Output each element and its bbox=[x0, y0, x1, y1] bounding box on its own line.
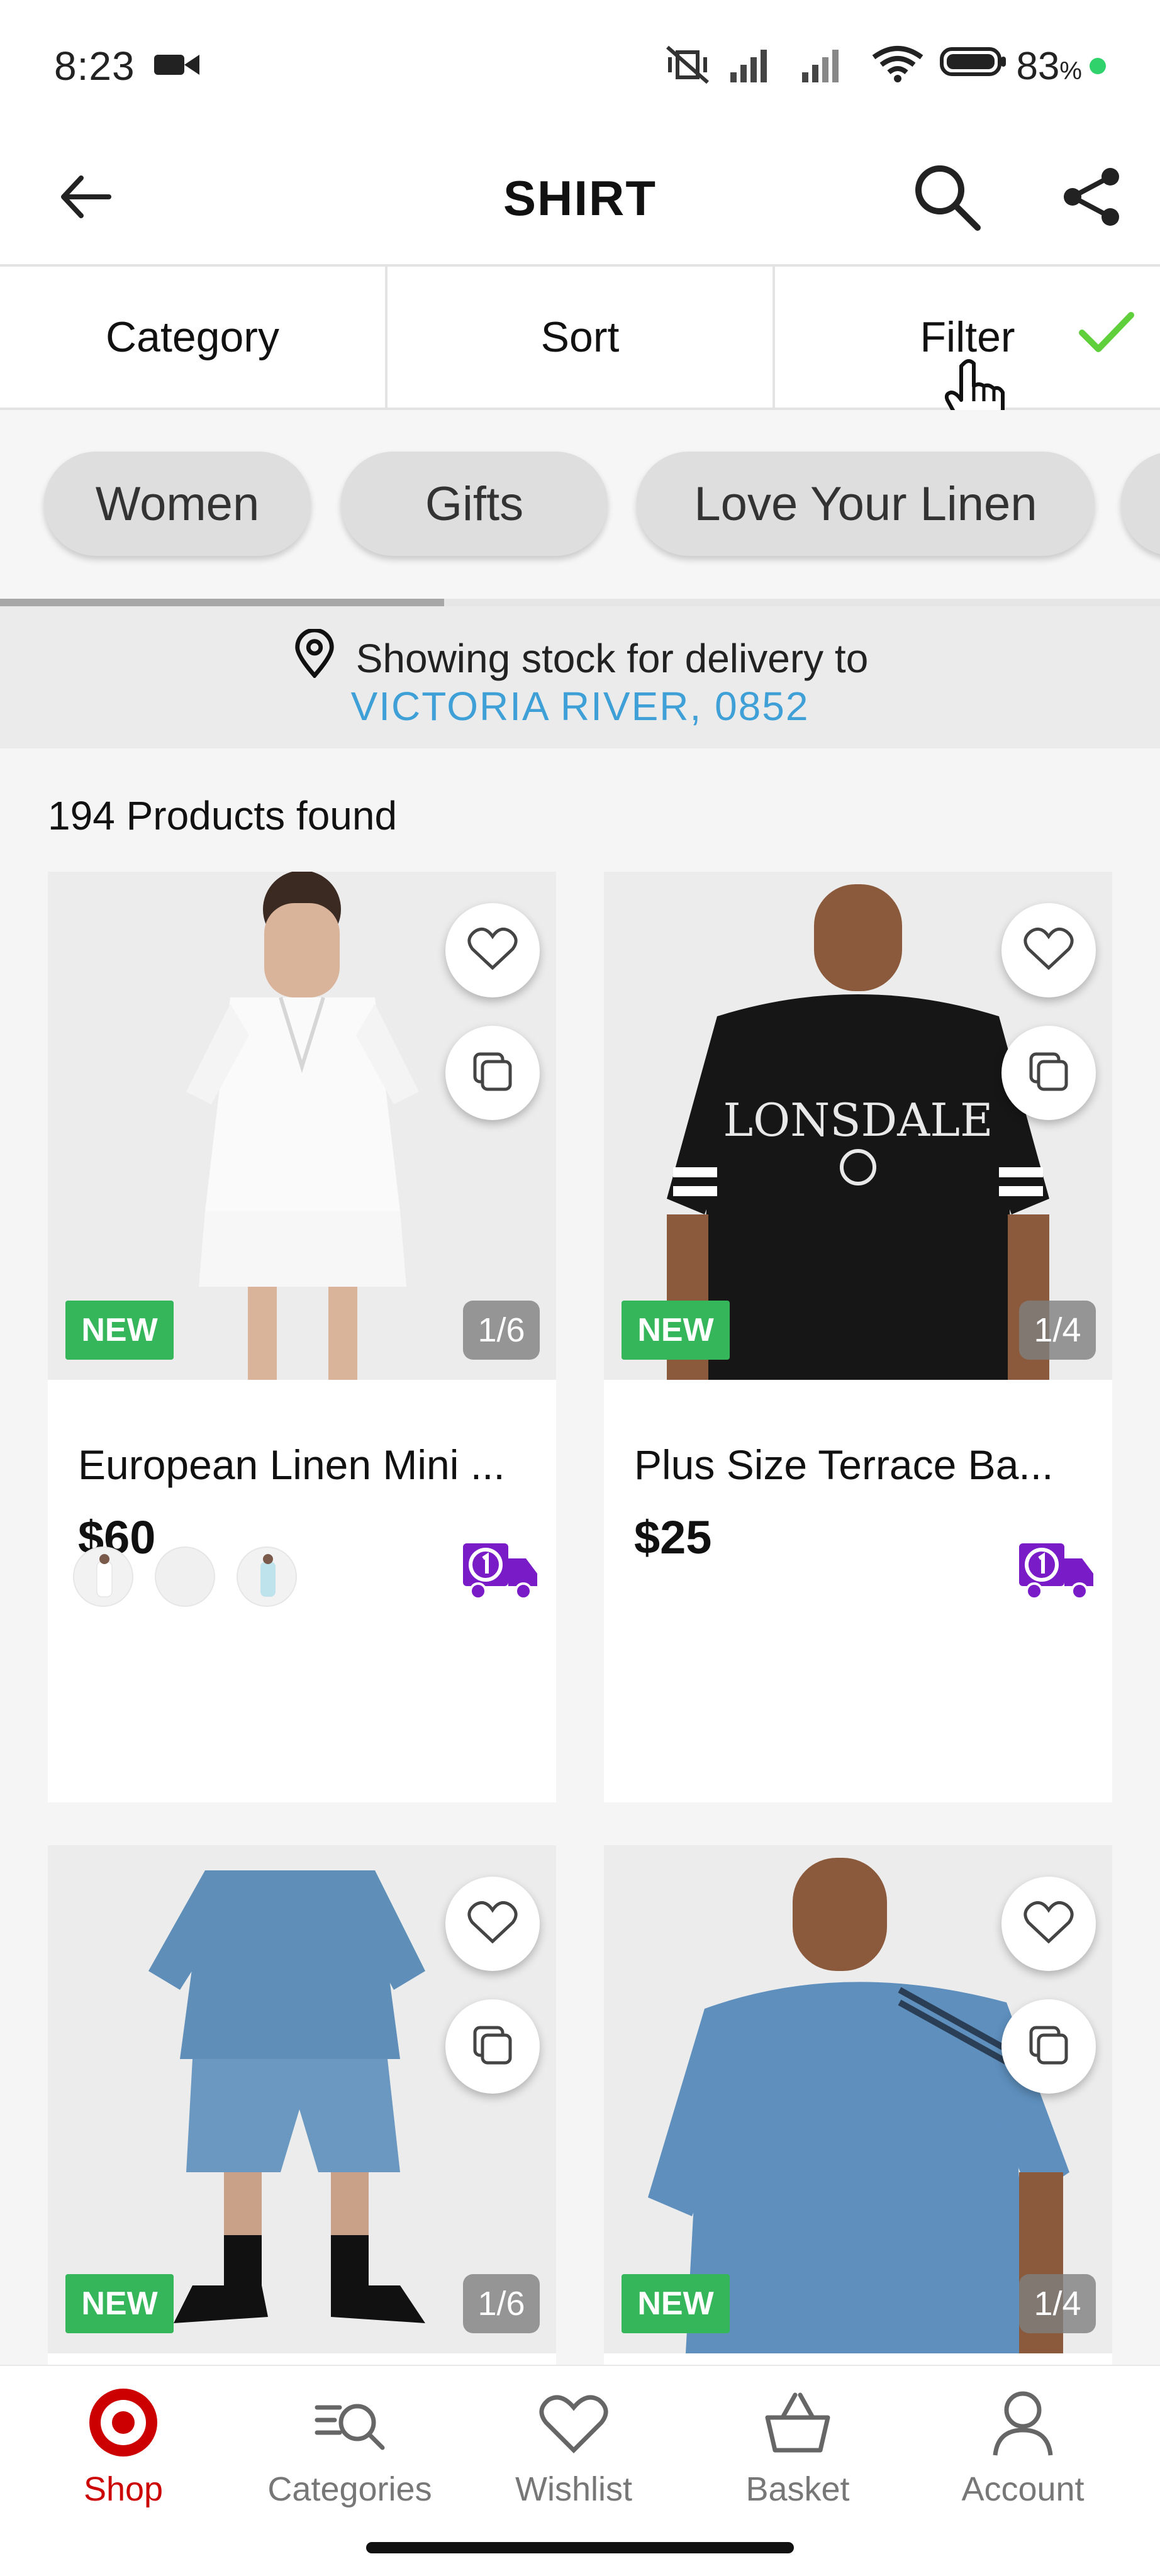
image-counter: 1/4 bbox=[1019, 2274, 1096, 2333]
status-bar: 8:23 83% bbox=[0, 0, 1160, 132]
share-icon bbox=[1060, 165, 1123, 231]
wifi-icon bbox=[871, 45, 924, 88]
compare-button[interactable] bbox=[1001, 1026, 1096, 1120]
results-area: 194 Products found NEW 1/6 European Line… bbox=[0, 748, 1160, 2365]
wishlist-button[interactable] bbox=[1001, 1877, 1096, 1971]
category-button[interactable]: Category bbox=[0, 267, 385, 408]
nav-wishlist[interactable]: Wishlist bbox=[479, 2385, 668, 2517]
checkmark-icon bbox=[1078, 310, 1135, 364]
compare-button[interactable] bbox=[445, 1026, 540, 1120]
wishlist-button[interactable] bbox=[445, 1877, 540, 1971]
heart-icon bbox=[536, 2385, 611, 2463]
delivery-text: Showing stock for delivery to bbox=[355, 635, 869, 681]
chip-label: Gifts bbox=[425, 477, 524, 531]
copy-icon bbox=[1026, 1049, 1071, 1097]
image-counter: 1/6 bbox=[463, 2274, 540, 2333]
nav-label: Categories bbox=[267, 2470, 432, 2508]
category-chips-row[interactable]: Women Gifts Love Your Linen bbox=[0, 410, 1160, 606]
location-pin-icon bbox=[292, 628, 337, 687]
mute-vibrate-icon bbox=[662, 45, 713, 88]
target-logo-icon bbox=[86, 2385, 161, 2463]
nav-label: Basket bbox=[745, 2470, 850, 2508]
product-image[interactable]: NEW 1/4 bbox=[604, 1845, 1112, 2353]
home-indicator[interactable] bbox=[366, 2542, 794, 2553]
nav-account[interactable]: Account bbox=[929, 2385, 1117, 2517]
compare-button[interactable] bbox=[445, 1999, 540, 2094]
chip-label: Women bbox=[95, 477, 260, 531]
search-icon bbox=[912, 162, 981, 235]
product-name[interactable]: Plus Size Terrace Ba... bbox=[634, 1441, 1053, 1489]
new-badge: NEW bbox=[65, 2274, 174, 2333]
product-card[interactable]: NEW 1/4 bbox=[604, 1845, 1112, 2365]
delivery-truck-icon bbox=[1017, 1538, 1096, 1604]
category-label: Category bbox=[106, 313, 279, 361]
nav-label: Account bbox=[961, 2470, 1085, 2508]
heart-icon bbox=[1023, 1900, 1074, 1948]
wishlist-button[interactable] bbox=[1001, 903, 1096, 997]
categories-search-icon bbox=[312, 2385, 388, 2463]
product-card[interactable]: NEW 1/6 European Linen Mini ... $60 bbox=[48, 872, 556, 1802]
signal-icon bbox=[728, 45, 784, 88]
product-image[interactable]: LONSDALE NEW 1/4 bbox=[604, 872, 1112, 1380]
product-image[interactable]: NEW 1/6 bbox=[48, 872, 556, 1380]
results-count: 194 Products found bbox=[48, 793, 398, 838]
battery-icon bbox=[939, 44, 1008, 89]
chip-gifts[interactable]: Gifts bbox=[341, 452, 608, 556]
chip-women[interactable]: Women bbox=[44, 452, 311, 556]
filter-label: Filter bbox=[920, 313, 1015, 361]
basket-icon bbox=[760, 2385, 835, 2463]
status-time: 8:23 bbox=[54, 43, 135, 89]
delivery-location-banner[interactable]: Showing stock for delivery to VICTORIA R… bbox=[0, 606, 1160, 748]
signal-icon-2 bbox=[800, 45, 856, 88]
app-bar: SHIRT bbox=[0, 132, 1160, 264]
copy-icon bbox=[1026, 2023, 1071, 2071]
battery-percent: 83 bbox=[1016, 44, 1060, 88]
nav-shop[interactable]: Shop bbox=[29, 2385, 218, 2517]
heart-icon bbox=[467, 1900, 518, 1948]
heart-icon bbox=[467, 926, 518, 975]
chip-partial[interactable] bbox=[1121, 452, 1160, 556]
copy-icon bbox=[470, 2023, 515, 2071]
color-swatch[interactable] bbox=[237, 1546, 297, 1607]
image-counter: 1/6 bbox=[463, 1301, 540, 1360]
image-counter: 1/4 bbox=[1019, 1301, 1096, 1360]
sort-button[interactable]: Sort bbox=[385, 267, 772, 408]
delivery-truck-icon bbox=[460, 1538, 540, 1604]
product-card[interactable]: LONSDALE NEW 1/4 Plus Size Terrace Ba...… bbox=[604, 872, 1112, 1802]
nav-categories[interactable]: Categories bbox=[255, 2385, 444, 2517]
product-price: $25 bbox=[634, 1511, 712, 1563]
delivery-location-link[interactable]: VICTORIA RIVER, 0852 bbox=[0, 683, 1160, 730]
heart-icon bbox=[1023, 926, 1074, 975]
nav-label: Wishlist bbox=[515, 2470, 632, 2508]
wishlist-button[interactable] bbox=[445, 903, 540, 997]
product-card[interactable]: NEW 1/6 bbox=[48, 1845, 556, 2365]
video-camera-icon bbox=[153, 50, 199, 83]
nav-basket[interactable]: Basket bbox=[703, 2385, 892, 2517]
chip-love-your-linen[interactable]: Love Your Linen bbox=[637, 452, 1095, 556]
svg-text:LONSDALE: LONSDALE bbox=[723, 1094, 993, 1146]
new-badge: NEW bbox=[622, 2274, 730, 2333]
copy-icon bbox=[470, 1049, 515, 1097]
privacy-dot bbox=[1090, 58, 1106, 74]
battery-indicator: 83% bbox=[939, 44, 1106, 89]
nav-label: Shop bbox=[83, 2470, 164, 2508]
product-image[interactable]: NEW 1/6 bbox=[48, 1845, 556, 2353]
chips-scroll-thumb[interactable] bbox=[0, 599, 444, 606]
new-badge: NEW bbox=[65, 1301, 174, 1360]
user-icon bbox=[985, 2385, 1061, 2463]
share-button[interactable] bbox=[1051, 157, 1132, 239]
sort-label: Sort bbox=[540, 313, 620, 361]
new-badge: NEW bbox=[622, 1301, 730, 1360]
chip-label: Love Your Linen bbox=[694, 477, 1037, 531]
battery-percent-sign: % bbox=[1059, 57, 1082, 85]
product-name[interactable]: European Linen Mini ... bbox=[78, 1441, 505, 1489]
search-button[interactable] bbox=[906, 157, 988, 239]
compare-button[interactable] bbox=[1001, 1999, 1096, 2094]
color-swatch[interactable] bbox=[155, 1546, 215, 1607]
color-swatch[interactable] bbox=[73, 1546, 133, 1607]
